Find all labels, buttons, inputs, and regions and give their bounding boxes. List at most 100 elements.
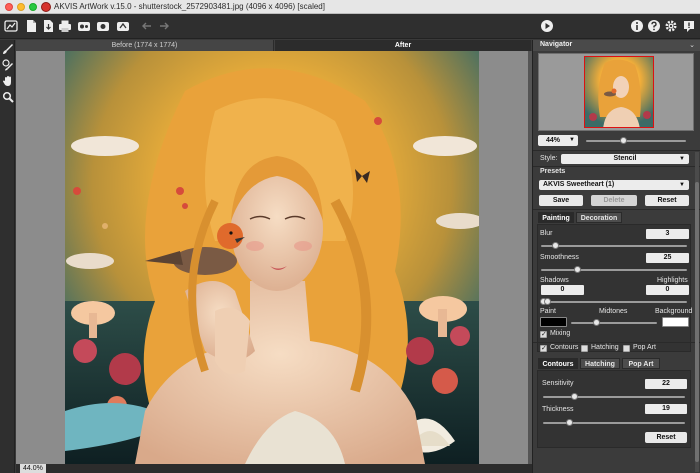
undo-icon[interactable] [140, 19, 154, 33]
thickness-slider-track[interactable] [543, 422, 685, 424]
shadows-label: Shadows [540, 277, 569, 284]
tab-pop-art[interactable]: Pop Art [622, 358, 660, 369]
zoom-value: 44% [546, 137, 561, 144]
reset-preset-button[interactable]: Reset [645, 195, 689, 206]
paint-label: Paint [540, 308, 556, 315]
tab-painting[interactable]: Painting [538, 212, 574, 223]
settings-tabs: Painting Decoration [538, 212, 688, 223]
blur-label: Blur [540, 230, 553, 237]
contours-label: Contours [550, 344, 579, 351]
preferences-icon[interactable] [664, 19, 678, 33]
chevron-down-icon: ▼ [569, 137, 575, 143]
smoothness-slider-handle[interactable] [574, 266, 581, 273]
chevron-down-icon: ▼ [679, 156, 685, 162]
window-close-button[interactable] [5, 3, 13, 11]
divider [533, 209, 700, 210]
thickness-label: Thickness [542, 406, 574, 413]
navigator-viewport[interactable] [584, 56, 654, 128]
presets-label: Presets [540, 168, 566, 175]
blur-value[interactable]: 3 [646, 229, 689, 239]
hatching-checkbox[interactable] [581, 345, 588, 352]
smoothness-value[interactable]: 25 [646, 253, 689, 263]
print-icon[interactable] [58, 19, 72, 33]
midtones-slider-handle[interactable] [593, 319, 600, 326]
info-icon[interactable] [630, 19, 644, 33]
highlights-slider-handle[interactable] [544, 298, 551, 305]
window-zoom-button[interactable] [29, 3, 37, 11]
sensitivity-slider-track[interactable] [543, 396, 685, 398]
help-icon[interactable] [647, 19, 661, 33]
tab-before[interactable]: Before (1774 x 1774) [16, 40, 274, 51]
tone-slider-track[interactable] [541, 301, 687, 303]
window-minimize-button[interactable] [17, 3, 25, 11]
chevron-down-icon: ▼ [679, 182, 685, 188]
artwork-image[interactable] [65, 51, 479, 464]
effect-tabs: Contours Hatching Pop Art [538, 358, 688, 369]
shadows-value[interactable]: 0 [541, 285, 584, 295]
brush-icon[interactable] [1, 42, 14, 55]
preset-value: AKVIS Sweetheart (1) [543, 181, 615, 188]
toolbar [0, 14, 700, 39]
zoom-status: 44.0% [20, 464, 46, 473]
hand-icon[interactable] [1, 74, 14, 87]
home-icon[interactable] [4, 19, 18, 33]
redo-icon[interactable] [157, 19, 171, 33]
background-color-swatch[interactable] [662, 317, 689, 327]
blur-slider-track[interactable] [541, 245, 687, 247]
contours-checkbox[interactable] [540, 344, 547, 352]
settings-icon[interactable] [116, 19, 130, 33]
navigator-preview[interactable] [538, 53, 694, 131]
navigator-title: Navigator [540, 41, 573, 48]
run-icon[interactable] [540, 19, 554, 33]
style-select[interactable]: Stencil ▼ [561, 154, 689, 164]
mixing-checkbox[interactable] [540, 330, 547, 338]
share-icon[interactable] [96, 19, 110, 33]
hatching-label: Hatching [591, 344, 619, 351]
zoom-row: 44% ▼ [538, 135, 696, 147]
divider [533, 150, 700, 151]
window-title: AKVIS ArtWork v.15.0 - shutterstock_2572… [54, 2, 325, 11]
paint-color-swatch[interactable] [540, 317, 567, 327]
save-preset-button[interactable]: Save [539, 195, 583, 206]
tab-after[interactable]: After [275, 40, 531, 51]
panel-scrollbar[interactable] [695, 152, 699, 472]
eraser-brush-icon[interactable] [1, 58, 14, 71]
app-logo-icon [41, 2, 51, 12]
smoothness-slider-track[interactable] [541, 269, 687, 271]
artwork-illustration [65, 51, 479, 464]
delete-preset-button[interactable]: Delete [591, 195, 637, 206]
zoom-slider-handle[interactable] [619, 137, 627, 144]
pop-art-checkbox[interactable] [623, 345, 630, 352]
smoothness-label: Smoothness [540, 254, 579, 261]
panel-scrollbar-thumb[interactable] [695, 182, 699, 462]
open-file-icon[interactable] [24, 19, 38, 33]
save-icon[interactable] [41, 19, 55, 33]
status-bar: 44.0% [16, 464, 532, 473]
navigator-header[interactable]: Navigator ⌄ [533, 40, 700, 51]
sensitivity-slider-handle[interactable] [570, 393, 578, 400]
batch-icon[interactable] [77, 19, 91, 33]
highlights-label: Highlights [657, 277, 688, 284]
navigator-thumbnail [585, 57, 653, 127]
notifications-icon[interactable] [682, 19, 696, 33]
divider [533, 166, 700, 167]
preset-select[interactable]: AKVIS Sweetheart (1) ▼ [539, 180, 689, 190]
midtones-slider-track[interactable] [571, 322, 657, 324]
zoom-icon[interactable] [1, 90, 14, 103]
divider [533, 342, 700, 343]
background-label: Background [655, 308, 693, 315]
tab-hatching[interactable]: Hatching [580, 358, 620, 369]
tools-panel [0, 40, 15, 473]
thickness-value[interactable]: 19 [645, 404, 687, 414]
zoom-select[interactable]: 44% ▼ [538, 135, 578, 146]
mixing-label: Mixing [550, 330, 571, 337]
reset-contours-button[interactable]: Reset [645, 432, 687, 443]
zoom-slider-track[interactable] [586, 140, 686, 142]
highlights-value[interactable]: 0 [646, 285, 689, 295]
tab-contours[interactable]: Contours [538, 358, 578, 369]
pop-art-label: Pop Art [633, 344, 656, 351]
chevron-down-icon[interactable]: ⌄ [689, 41, 695, 49]
image-canvas[interactable] [16, 51, 528, 464]
sensitivity-value[interactable]: 22 [645, 379, 687, 389]
tab-decoration[interactable]: Decoration [576, 212, 622, 223]
